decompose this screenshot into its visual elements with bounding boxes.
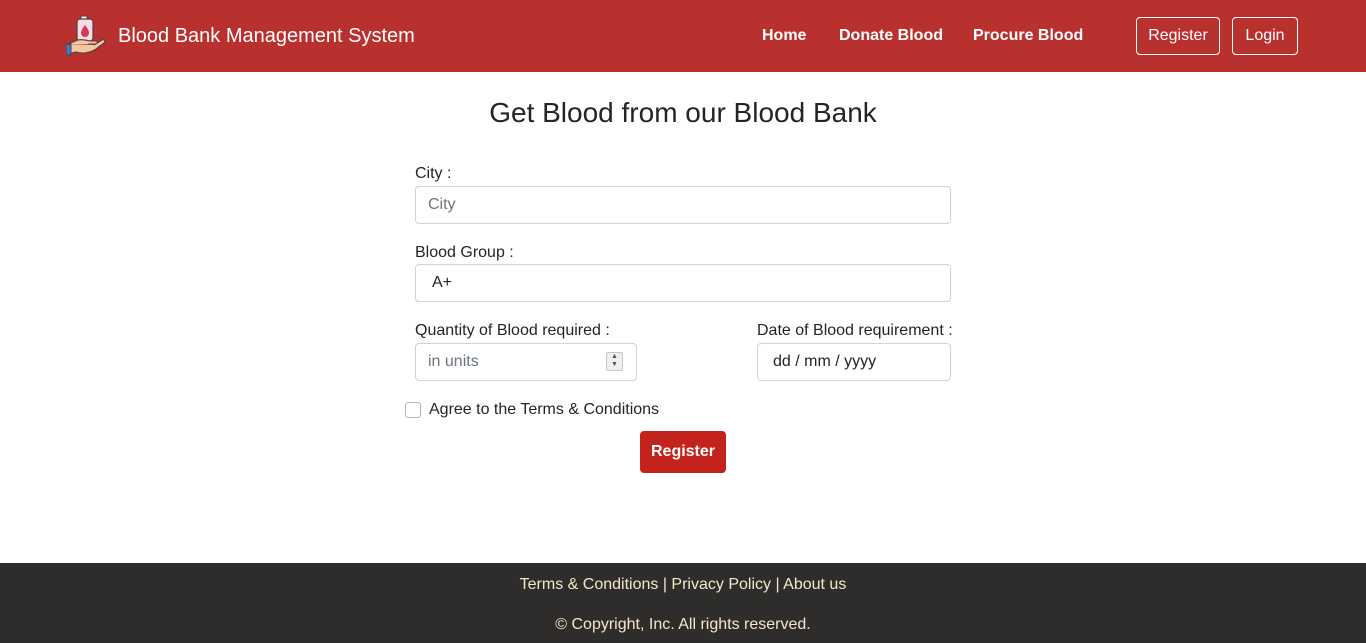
footer-terms-link[interactable]: Terms & Conditions — [520, 576, 659, 593]
terms-label[interactable]: Agree to the Terms & Conditions — [429, 400, 659, 420]
footer-about-link[interactable]: About us — [783, 576, 846, 593]
copyright-text: © Copyright, Inc. All rights reserved. — [555, 616, 811, 633]
register-submit-button[interactable]: Register — [640, 431, 726, 473]
blood-bag-hand-icon — [65, 14, 110, 58]
date-input[interactable]: dd / mm / yyyy — [757, 343, 951, 381]
blood-group-label: Blood Group : — [415, 244, 514, 261]
quantity-stepper-icon[interactable]: ▲ ▼ — [606, 352, 623, 371]
blood-group-select[interactable]: A+ — [415, 264, 951, 302]
brand-title: Blood Bank Management System — [118, 24, 415, 47]
date-label: Date of Blood requirement : — [757, 322, 953, 339]
brand[interactable]: Blood Bank Management System — [65, 14, 415, 58]
nav-register-button[interactable]: Register — [1136, 17, 1220, 55]
nav-login-button[interactable]: Login — [1232, 17, 1298, 55]
navbar: Blood Bank Management System Home Donate… — [0, 0, 1366, 72]
footer: Terms & Conditions | Privacy Policy | Ab… — [0, 563, 1366, 643]
footer-privacy-link[interactable]: Privacy Policy — [671, 576, 771, 593]
city-label: City : — [415, 165, 452, 182]
city-input[interactable] — [415, 186, 951, 224]
footer-links: Terms & Conditions | Privacy Policy | Ab… — [0, 575, 1366, 595]
quantity-input[interactable]: in units — [415, 343, 637, 381]
terms-checkbox[interactable] — [405, 402, 421, 418]
footer-separator: | — [658, 576, 672, 593]
nav-procure-blood[interactable]: Procure Blood — [973, 26, 1083, 46]
nav-home[interactable]: Home — [762, 26, 806, 46]
page-title: Get Blood from our Blood Bank — [489, 97, 877, 128]
quantity-label: Quantity of Blood required : — [415, 322, 610, 339]
nav-donate-blood[interactable]: Donate Blood — [839, 26, 943, 46]
footer-separator: | — [771, 576, 784, 593]
